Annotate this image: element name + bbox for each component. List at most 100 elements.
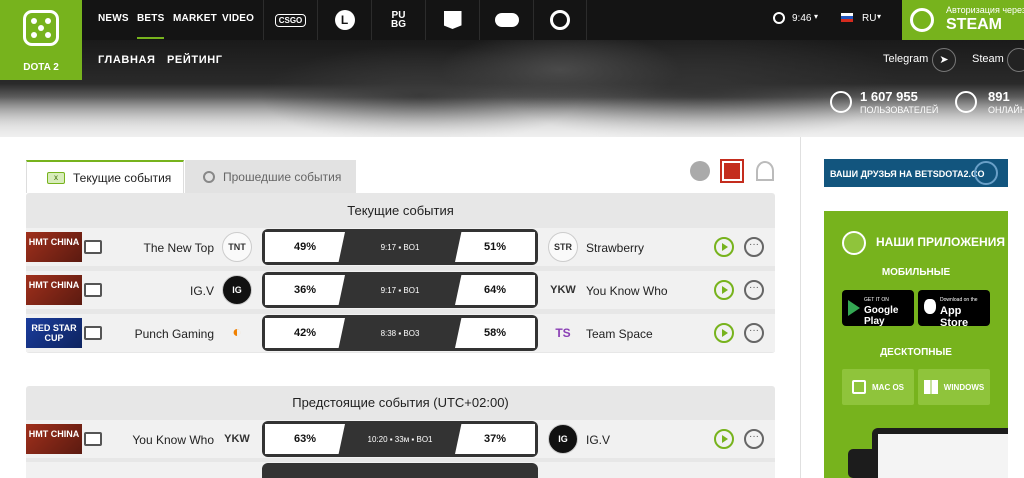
match-info: 9:17 ▪ BO1 [380,242,420,252]
bet-bar[interactable]: 49% 9:17 ▪ BO1 51% [262,229,538,265]
app-preview-image [872,428,1008,478]
steam-social-icon[interactable] [1007,48,1024,72]
more-icon[interactable]: ··· [744,323,764,343]
right-odds[interactable]: 58% [455,318,535,348]
team-right[interactable]: Strawberry [586,241,644,255]
steam-social-link[interactable]: Steam [972,53,1004,65]
play-icon[interactable] [714,323,734,343]
mobile-label: МОБИЛЬНЫЕ [881,267,951,278]
live-icon: x [47,171,65,184]
team-logo-icon: TS [555,326,571,340]
team-right[interactable]: IG.V [586,433,610,447]
bet-bar[interactable]: 63% 10:20 ▪ 33м ▪ BO1 37% [262,421,538,457]
macos-button[interactable]: MAC OS [842,369,914,405]
bet-bar[interactable] [262,463,538,478]
team-left[interactable]: You Know Who [132,433,214,447]
history-icon [203,170,215,183]
stats-icon[interactable] [84,432,102,446]
team-right[interactable]: You Know Who [586,284,668,298]
team-left[interactable]: Punch Gaming [135,327,214,341]
tournament-logo[interactable]: HMT CHINA [26,424,82,454]
game-csgo-icon[interactable]: CSGO [263,0,317,40]
telegram-link[interactable]: Telegram [883,53,928,65]
online-count: 891 [988,89,1010,104]
more-icon[interactable]: ··· [744,429,764,449]
google-play-caption: GET IT ON [864,297,889,303]
subnav-rating[interactable]: РЕЙТИНГ [167,54,223,66]
clock-icon [773,12,785,24]
tournament-logo[interactable]: HMT CHINA [26,232,82,262]
russia-flag-icon [841,13,853,22]
subnav-home[interactable]: ГЛАВНАЯ [98,54,156,66]
app-store-caption: Download on the [940,297,978,303]
stats-icon[interactable] [84,283,102,297]
nav-bets[interactable]: BETS [137,13,165,39]
stats-icon[interactable] [84,326,102,340]
tab-past-events[interactable]: Прошедшие события [185,160,356,193]
game-clash-icon[interactable] [425,0,479,40]
tournament-logo[interactable]: RED STAR CUP [26,318,82,348]
windows-icon [923,380,938,394]
tournament-logo[interactable]: HMT CHINA [26,275,82,305]
more-icon[interactable]: ··· [744,280,764,300]
google-play-icon [848,300,860,316]
more-icon[interactable]: ··· [744,237,764,257]
chevron-down-icon: ▾ [877,12,882,21]
time-display[interactable]: 9:46 [792,13,811,24]
left-odds[interactable]: 36% [265,275,345,305]
right-odds[interactable]: 37% [455,424,535,454]
game-pubg-icon[interactable]: PU BG [371,0,425,40]
gamepad-icon[interactable] [479,0,533,40]
team-right[interactable]: Team Space [586,327,653,341]
bet-bar[interactable]: 36% 9:17 ▪ BO1 64% [262,272,538,308]
logo-label: DOTA 2 [23,62,59,73]
dice-icon [842,231,866,255]
play-icon[interactable] [714,429,734,449]
bet-bar[interactable]: 42% 8:38 ▪ BO3 58% [262,315,538,351]
steam-login-button[interactable]: Авторизация через STEAM [902,0,1024,40]
online-icon [955,91,977,113]
stats-icon[interactable] [84,240,102,254]
nav-market[interactable]: MARKET [173,13,217,24]
team-logo-icon: ◐ [232,324,242,341]
left-odds[interactable]: 42% [265,318,345,348]
filter-lol-icon[interactable] [756,161,774,181]
nav-video[interactable]: VIDEO [222,13,254,24]
game-overwatch-icon[interactable] [533,0,587,40]
language-select[interactable]: RU [862,13,876,24]
tab-current-events[interactable]: x Текущие события [26,160,184,193]
team-logo-icon: STR [548,232,578,262]
windows-button[interactable]: WINDOWS [918,369,990,405]
play-icon[interactable] [714,280,734,300]
telegram-icon[interactable]: ➤ [932,48,956,72]
online-label: ОНЛАЙН [988,105,1024,115]
nav-news[interactable]: NEWS [98,13,129,24]
match-info: 8:38 ▪ BO3 [380,328,420,338]
right-odds[interactable]: 51% [455,232,535,262]
team-left[interactable]: The New Top [144,241,214,255]
phone-preview-image [848,449,878,478]
left-odds[interactable]: 63% [265,424,345,454]
apps-title: НАШИ ПРИЛОЖЕНИЯ [876,235,1005,249]
windows-label: WINDOWS [943,382,985,392]
site-logo[interactable]: DOTA 2 [0,0,82,80]
friends-banner[interactable]: ВАШИ ДРУЗЬЯ НА BETSDOTA2.CO [824,159,1008,187]
apps-panel: НАШИ ПРИЛОЖЕНИЯ МОБИЛЬНЫЕ GET IT ON Goog… [824,211,1008,478]
app-store-button[interactable]: Download on the App Store [918,290,990,329]
team-logo-icon: IG [222,275,252,305]
left-odds[interactable]: 49% [265,232,345,262]
users-icon [830,91,852,113]
right-odds[interactable]: 64% [455,275,535,305]
game-lol-icon[interactable]: L [317,0,371,40]
match-info: 10:20 ▪ 33м ▪ BO1 [367,434,433,444]
play-icon[interactable] [714,237,734,257]
team-left[interactable]: IG.V [190,284,214,298]
filter-dota-icon[interactable] [720,159,744,183]
filter-all-icon[interactable] [690,161,710,181]
users-count: 1 607 955 [860,89,918,104]
apple-icon [924,299,936,314]
team-logo-icon: TNT [222,232,252,262]
google-play-button[interactable]: GET IT ON Google Play [842,290,914,327]
current-events-title: Текущие события [347,203,454,218]
friends-icon [974,161,998,185]
